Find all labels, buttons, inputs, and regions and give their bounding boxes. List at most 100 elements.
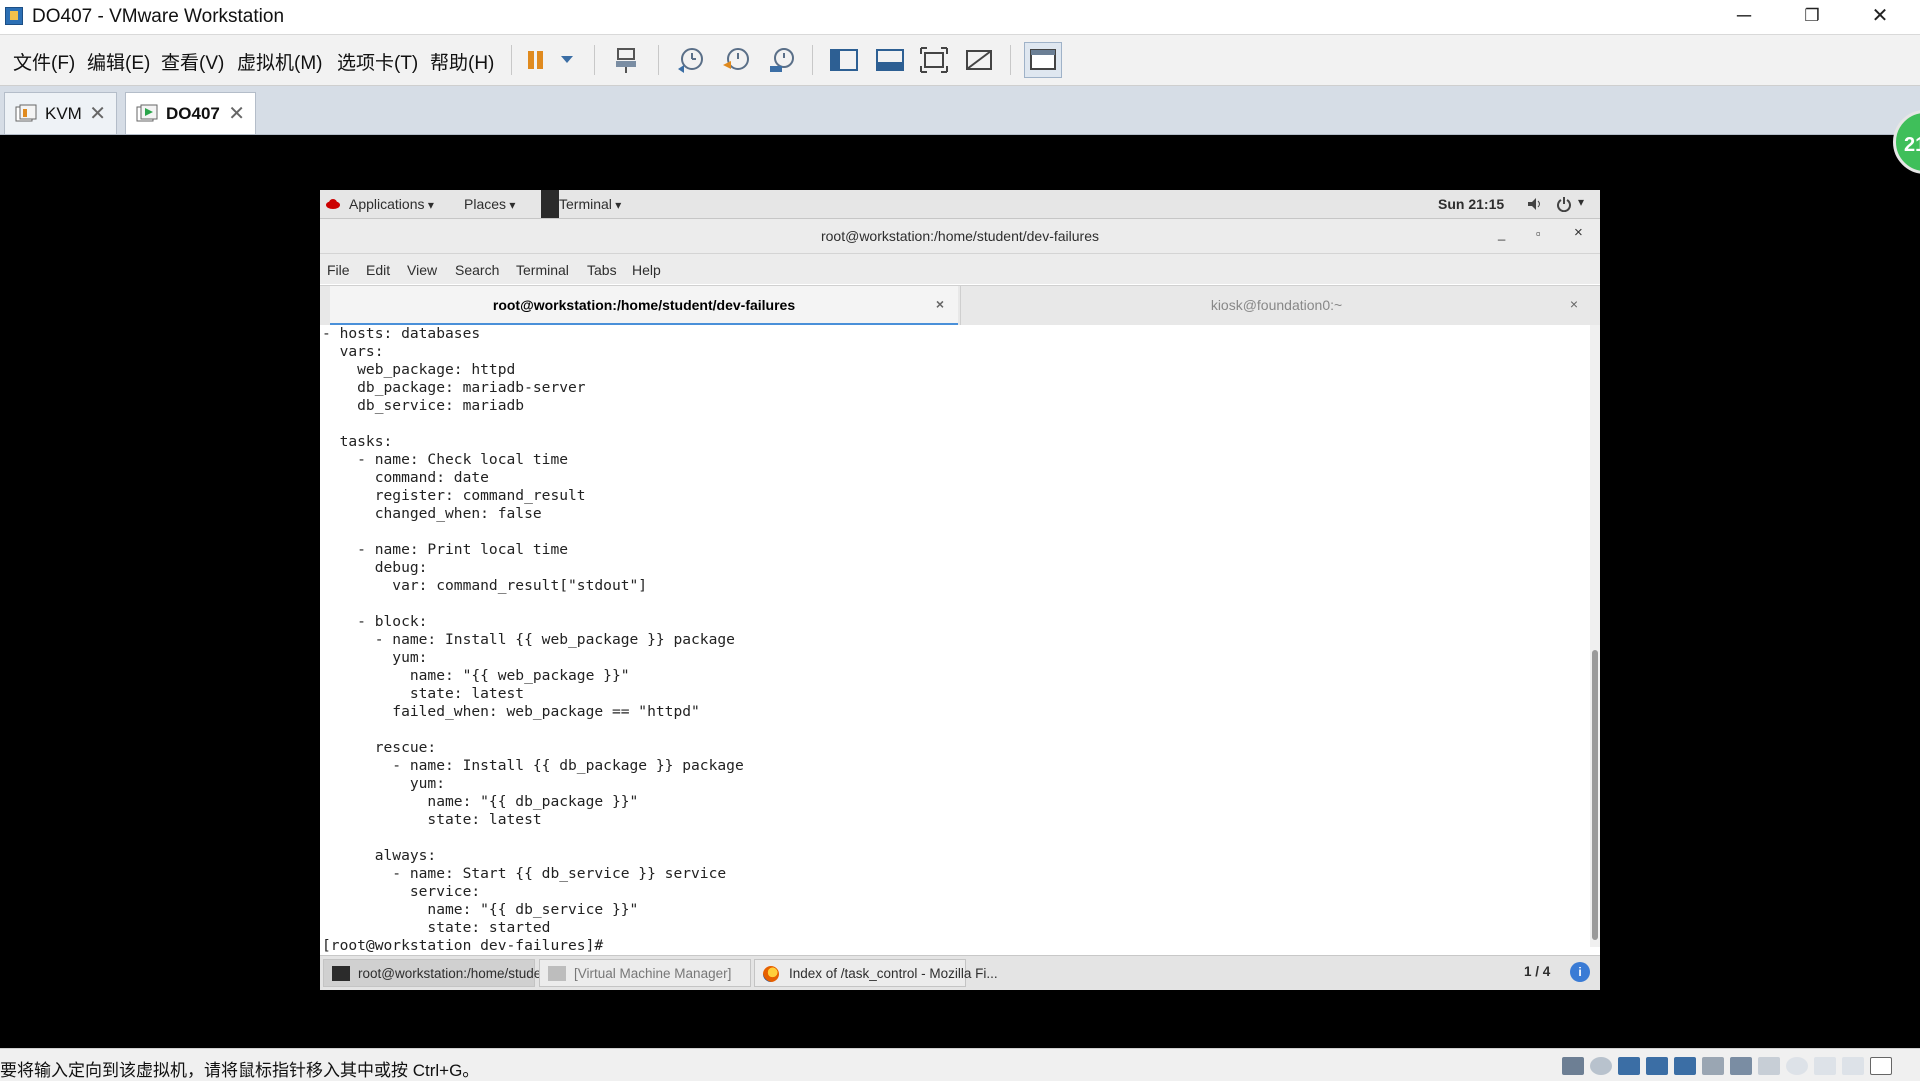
- close-tab-icon[interactable]: ×: [936, 296, 944, 312]
- menu-edit[interactable]: 编辑(E): [87, 48, 150, 75]
- terminal-line: vars:: [322, 343, 384, 360]
- terminal-app-menu[interactable]: Terminal: [559, 196, 621, 212]
- shell-prompt: [root@workstation dev-failures]#: [322, 937, 612, 954]
- info-icon[interactable]: i: [1570, 962, 1590, 982]
- terminal-line: always:: [322, 847, 437, 864]
- terminal-line: rescue:: [322, 739, 437, 756]
- full-screen-icon[interactable]: [918, 45, 950, 75]
- vm-tab-do407[interactable]: DO407 ✕: [125, 92, 256, 134]
- terminal-menu-edit[interactable]: Edit: [366, 262, 390, 278]
- terminal-line: changed_when: false: [322, 505, 542, 522]
- menu-tabs[interactable]: 选项卡(T): [337, 48, 418, 75]
- terminal-maximize-button[interactable]: ▫: [1536, 226, 1541, 241]
- terminal-window-title: root@workstation:/home/student/dev-failu…: [820, 228, 1099, 244]
- display-icon[interactable]: [1786, 1057, 1808, 1075]
- guest-taskbar: root@workstation:/home/student... [Virtu…: [320, 955, 1600, 990]
- network-adapter-icon[interactable]: [1618, 1057, 1640, 1075]
- terminal-line: service:: [322, 883, 481, 900]
- vm-tab-kvm[interactable]: KVM ✕: [4, 92, 117, 134]
- close-button[interactable]: ✕: [1846, 0, 1914, 34]
- terminal-line: - name: Install {{ web_package }} packag…: [322, 631, 735, 648]
- network-adapter-icon[interactable]: [1646, 1057, 1668, 1075]
- terminal-menu-search[interactable]: Search: [455, 262, 499, 278]
- places-menu[interactable]: Places: [464, 196, 515, 212]
- terminal-tab-root[interactable]: root@workstation:/home/student/dev-failu…: [330, 286, 958, 325]
- terminal-line: yum:: [322, 649, 428, 666]
- guest-desktop[interactable]: Applications Places Terminal Sun 21:15 ▾…: [320, 190, 1600, 990]
- taskbar-item-firefox[interactable]: Index of /task_control - Mozilla Fi...: [754, 959, 998, 987]
- system-menu-chevron-down-icon[interactable]: ▾: [1578, 195, 1584, 209]
- terminal-line: state: latest: [322, 811, 542, 828]
- firefox-icon: [763, 966, 779, 982]
- gnome-top-bar: Applications Places Terminal Sun 21:15 ▾: [320, 190, 1600, 219]
- terminal-menu-view[interactable]: View: [407, 262, 437, 278]
- power-dropdown-chevron-icon[interactable]: [555, 45, 579, 75]
- scrollbar-thumb[interactable]: [1592, 650, 1598, 940]
- terminal-line: var: command_result["stdout"]: [322, 577, 648, 594]
- terminal-menu-terminal[interactable]: Terminal: [516, 262, 569, 278]
- pause-icon[interactable]: [523, 45, 555, 75]
- terminal-line: tasks:: [322, 433, 393, 450]
- terminal-line: - name: Check local time: [322, 451, 569, 468]
- usb-controller-icon[interactable]: [1702, 1057, 1724, 1075]
- show-thumbnail-bar-icon[interactable]: [874, 45, 906, 75]
- printer-icon[interactable]: [1730, 1057, 1752, 1075]
- applications-menu[interactable]: Applications: [349, 196, 434, 212]
- terminal-minimize-button[interactable]: _: [1498, 226, 1505, 241]
- usb-device-icon[interactable]: [1842, 1057, 1864, 1075]
- redhat-logo-icon: [326, 197, 340, 213]
- cd-dvd-icon[interactable]: [1590, 1057, 1612, 1075]
- minimize-button[interactable]: ─: [1710, 0, 1778, 34]
- toolbar-separator: [594, 45, 595, 75]
- snapshot-manager-icon[interactable]: [766, 45, 798, 75]
- power-icon[interactable]: [1556, 196, 1572, 215]
- terminal-tab-kiosk[interactable]: kiosk@foundation0:~ ×: [960, 286, 1592, 325]
- message-log-icon[interactable]: [1870, 1057, 1892, 1075]
- status-message: 要将输入定向到该虚拟机，请将鼠标指针移入其中或按 Ctrl+G。: [0, 1061, 480, 1080]
- window-title: DO407 - VMware Workstation: [32, 6, 285, 27]
- menu-view[interactable]: 查看(V): [161, 48, 224, 75]
- taskbar-item-label: [Virtual Machine Manager]: [574, 966, 732, 981]
- restore-button[interactable]: ❐: [1778, 0, 1846, 34]
- terminal-tab-bar: root@workstation:/home/student/dev-failu…: [320, 285, 1600, 326]
- menu-vm[interactable]: 虚拟机(M): [237, 48, 322, 75]
- close-tab-icon[interactable]: ✕: [228, 101, 245, 126]
- revert-snapshot-icon[interactable]: [720, 45, 752, 75]
- terminal-line: name: "{{ db_package }}": [322, 793, 639, 810]
- take-snapshot-icon[interactable]: [674, 45, 706, 75]
- close-tab-icon[interactable]: ×: [1570, 296, 1578, 312]
- volume-icon[interactable]: [1526, 196, 1542, 215]
- toolbar-separator: [658, 45, 659, 75]
- taskbar-item-label: root@workstation:/home/student...: [358, 966, 564, 981]
- workspace-indicator[interactable]: 1 / 4: [1524, 964, 1550, 979]
- terminal-menu-file[interactable]: File: [327, 262, 350, 278]
- terminal-tab-label: root@workstation:/home/student/dev-failu…: [492, 297, 796, 313]
- terminal-menu-help[interactable]: Help: [632, 262, 661, 278]
- terminal-close-button[interactable]: ×: [1574, 224, 1583, 241]
- taskbar-item-virt-manager[interactable]: [Virtual Machine Manager]: [539, 959, 751, 987]
- console-view-icon[interactable]: [1024, 42, 1062, 78]
- usb-device-icon[interactable]: [1814, 1057, 1836, 1075]
- terminal-output[interactable]: - hosts: databases vars: web_package: ht…: [320, 325, 1590, 954]
- show-library-icon[interactable]: [828, 45, 860, 75]
- vm-running-icon: [136, 104, 158, 124]
- send-ctrl-alt-del-icon[interactable]: [610, 45, 642, 75]
- menu-file[interactable]: 文件(F): [13, 48, 75, 75]
- close-tab-icon[interactable]: ✕: [89, 101, 106, 126]
- clock[interactable]: Sun 21:15: [1438, 196, 1504, 212]
- terminal-menubar: File Edit View Search Terminal Tabs Help: [320, 254, 1600, 284]
- host-title-bar: DO407 - VMware Workstation ─ ❐ ✕: [0, 0, 1920, 35]
- network-adapter-icon[interactable]: [1674, 1057, 1696, 1075]
- menu-help[interactable]: 帮助(H): [430, 48, 494, 75]
- unity-mode-icon[interactable]: [963, 45, 995, 75]
- hard-disk-icon[interactable]: [1562, 1057, 1584, 1075]
- taskbar-item-terminal[interactable]: root@workstation:/home/student...: [323, 959, 564, 987]
- terminal-line: yum:: [322, 775, 446, 792]
- terminal-scrollbar[interactable]: [1590, 325, 1600, 947]
- terminal-line: failed_when: web_package == "httpd": [322, 703, 700, 720]
- terminal-menu-tabs[interactable]: Tabs: [587, 262, 617, 278]
- vmware-app-icon: [5, 7, 23, 25]
- terminal-line: name: "{{ web_package }}": [322, 667, 630, 684]
- sound-card-icon[interactable]: [1758, 1057, 1780, 1075]
- terminal-line: - block:: [322, 613, 428, 630]
